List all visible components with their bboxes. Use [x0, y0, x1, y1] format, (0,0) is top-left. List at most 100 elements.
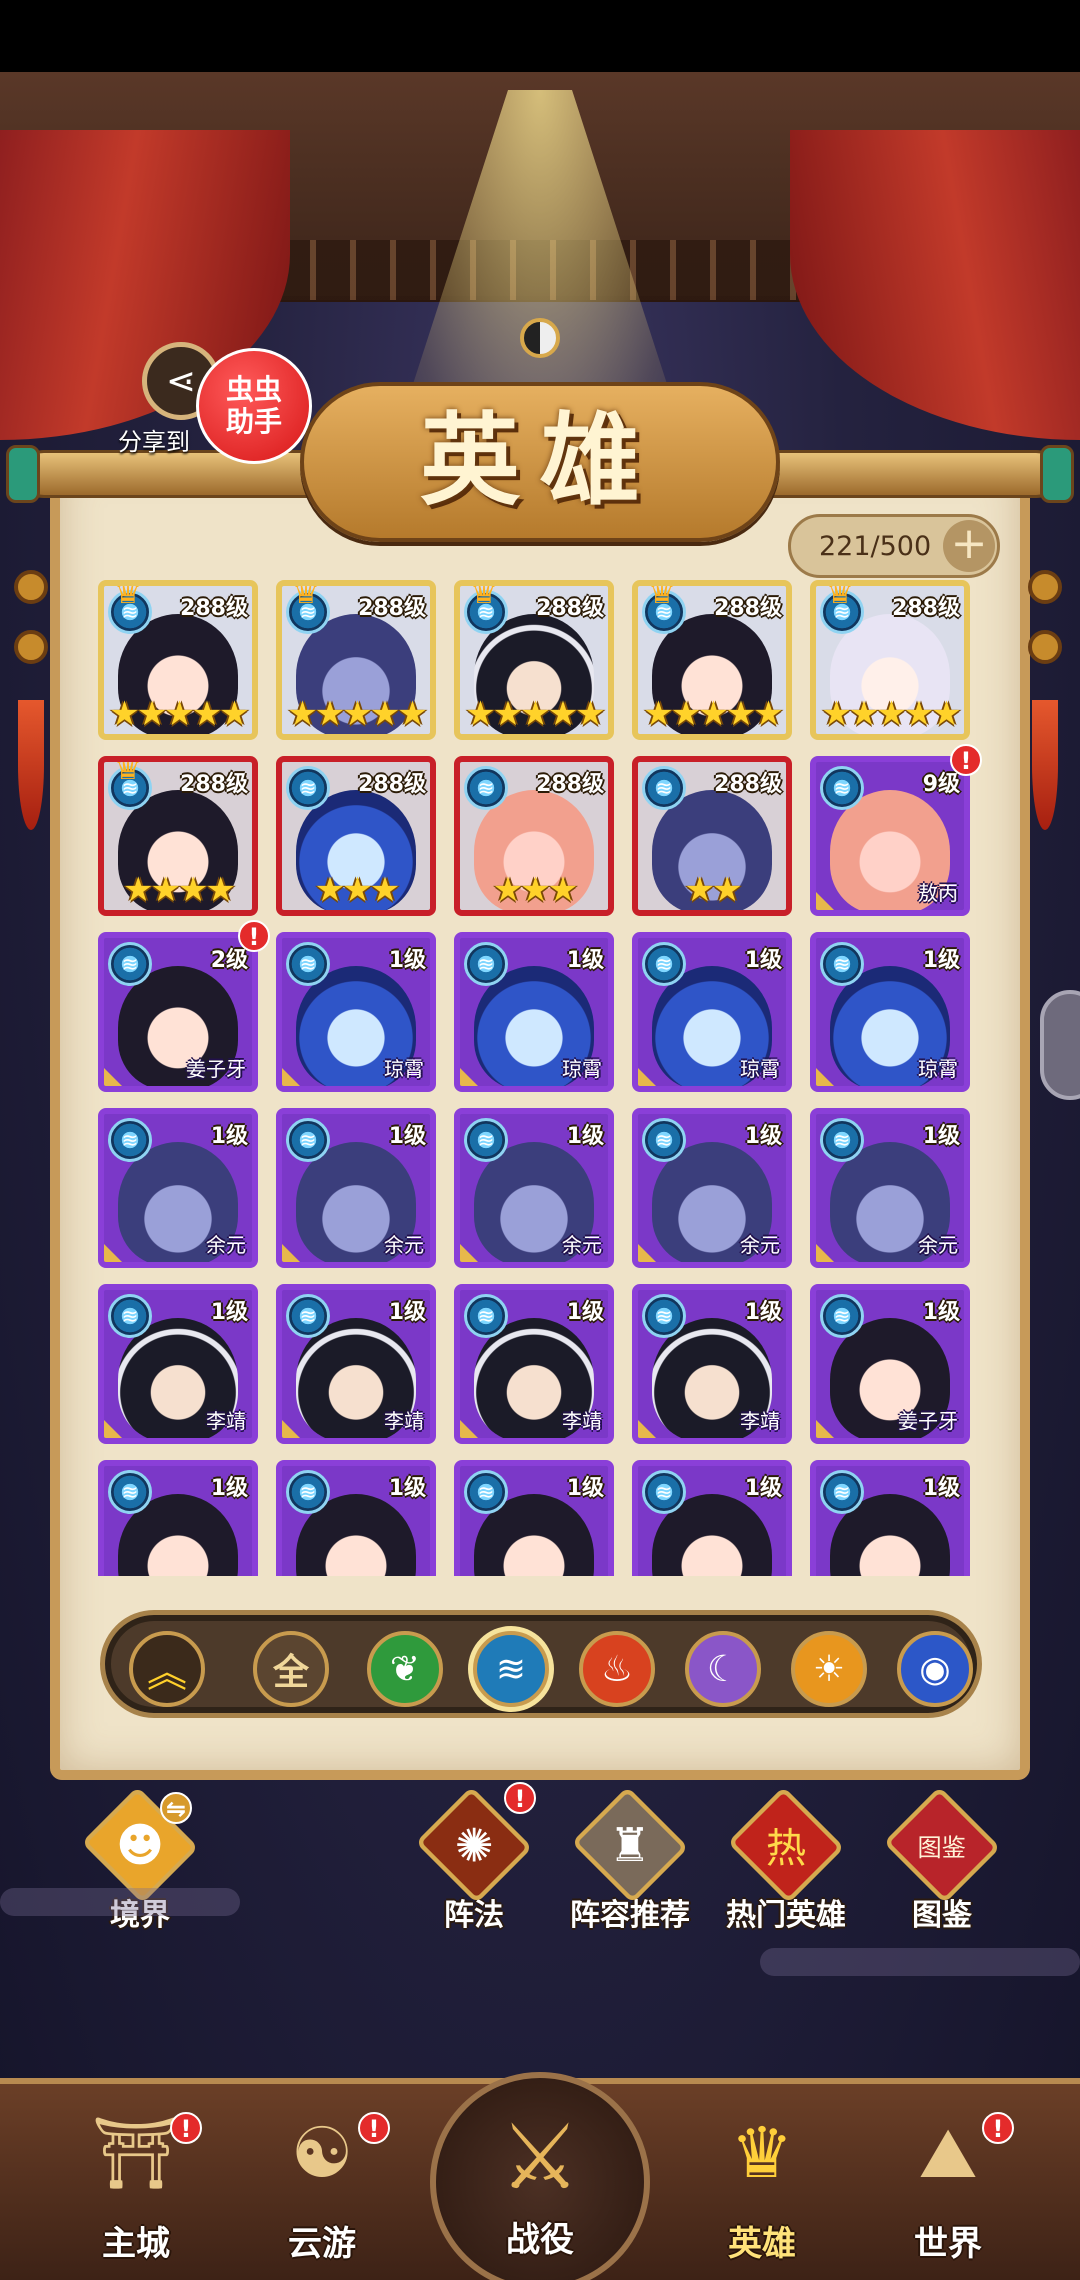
water-element-icon: ≋: [286, 942, 330, 986]
sun-element-filter-button[interactable]: ☀: [791, 1631, 867, 1707]
all-filter-button[interactable]: 全: [253, 1631, 329, 1707]
popular-badge: 热: [765, 1825, 807, 1873]
crossed-swords-icon: ⚔: [499, 2104, 581, 2210]
share-label: 分享到: [118, 428, 190, 456]
hero-level: 288级: [536, 772, 604, 797]
share-icon: ⋖: [165, 360, 197, 402]
hero-card[interactable]: ≋ 1级: [98, 1460, 258, 1576]
sort-up-filter-button[interactable]: ︽: [129, 1631, 205, 1707]
flame-crown-icon: ♛: [113, 580, 143, 611]
hero-name: 李靖: [384, 1409, 424, 1433]
hero-level: 1级: [388, 1300, 426, 1325]
frame-corner: [460, 1244, 478, 1262]
hero-card[interactable]: ≋ ♛ 288级 ★★★★★: [632, 580, 792, 740]
hero-level: 1级: [566, 1124, 604, 1149]
hero-card[interactable]: ≋ 1级: [810, 1460, 970, 1576]
wood-element-filter-button[interactable]: ❦: [367, 1631, 443, 1707]
frame-corner: [460, 1068, 478, 1086]
water-element-icon: ≋: [286, 766, 330, 810]
fire-element-filter-button[interactable]: ♨: [579, 1631, 655, 1707]
hero-level: 1级: [566, 948, 604, 973]
water-element-filter-button[interactable]: ≋: [473, 1631, 549, 1707]
tassel-left: [18, 700, 44, 830]
hero-stars: ★★★★★: [643, 694, 783, 734]
hero-card[interactable]: ≋ 1级 琼霄: [632, 932, 792, 1092]
helper-badge[interactable]: 虫虫助手: [196, 348, 312, 464]
hero-card[interactable]: ≋ 1级: [276, 1460, 436, 1576]
hero-card[interactable]: ≋ 1级 李靖: [276, 1284, 436, 1444]
hero-card[interactable]: ≋ 1级 琼霄: [810, 932, 970, 1092]
hero-card[interactable]: ≋ 1级: [454, 1460, 614, 1576]
water-element-icon: ≋: [108, 1118, 152, 1162]
coin-pendant-right: [1028, 570, 1062, 604]
frame-corner: [638, 1420, 656, 1438]
frame-corner: [816, 1068, 834, 1086]
water-element-icon: ≋: [108, 942, 152, 986]
swap-icon[interactable]: ⇋: [160, 1792, 192, 1824]
hero-level: 288级: [892, 596, 960, 621]
nav-battle[interactable]: ⚔ 战役: [430, 2072, 650, 2280]
hero-card[interactable]: ≋ 1级 李靖: [454, 1284, 614, 1444]
expand-capacity-button[interactable]: +: [943, 520, 995, 572]
codex-button[interactable]: 图鉴 图鉴: [872, 1786, 1012, 1934]
moon-element-filter-button[interactable]: ☾: [685, 1631, 761, 1707]
hero-name: 琼霄: [740, 1057, 780, 1081]
hero-card[interactable]: ≋ ♛ 288级 ★★★★★: [98, 580, 258, 740]
nav-heroes[interactable]: ♛ 英雄: [672, 2090, 852, 2280]
hero-stars: ★★★★★: [109, 694, 249, 734]
lineup-soldiers-icon: ♜: [571, 1786, 689, 1904]
hero-card[interactable]: ≋ 1级 李靖: [632, 1284, 792, 1444]
nav-main-city-label: 主城: [102, 2224, 170, 2264]
hero-card[interactable]: ≋ 1级 余元: [810, 1108, 970, 1268]
hero-level: 288级: [180, 772, 248, 797]
nav-heroes-label: 英雄: [728, 2224, 796, 2264]
sort-up-icon: ︽: [147, 1650, 187, 1696]
frame-corner: [816, 1244, 834, 1262]
hero-level: 288级: [358, 596, 426, 621]
hero-card[interactable]: ≋ 288级 ★★★: [454, 756, 614, 916]
codex-badge: 图鉴: [917, 1833, 967, 1862]
hero-card[interactable]: ≋ ♛ 288级 ★★★★★: [454, 580, 614, 740]
water-element-icon: ≋: [464, 1118, 508, 1162]
side-drawer-tab[interactable]: [1040, 990, 1080, 1100]
hero-level: 1级: [388, 948, 426, 973]
travel-alert-badge: !: [358, 2112, 390, 2144]
hero-card[interactable]: ≋ 1级 李靖: [98, 1284, 258, 1444]
hero-card[interactable]: ≋ 1级 余元: [632, 1108, 792, 1268]
hero-name: 琼霄: [918, 1057, 958, 1081]
frame-corner: [638, 1244, 656, 1262]
hero-card[interactable]: ≋ 9级 敖丙: [810, 756, 970, 916]
frame-corner: [282, 1068, 300, 1086]
water-element-icon: ≋: [642, 1470, 686, 1514]
hero-card[interactable]: ≋ 1级 余元: [98, 1108, 258, 1268]
wind-element-filter-button[interactable]: ◉: [897, 1631, 973, 1707]
popular-heroes-button[interactable]: 热 热门英雄: [716, 1786, 856, 1934]
moon-element-icon: ☾: [706, 1648, 740, 1690]
hero-level: 288级: [714, 772, 782, 797]
hero-card[interactable]: ≋ 1级 余元: [276, 1108, 436, 1268]
water-element-icon: ≋: [464, 1294, 508, 1338]
hero-card[interactable]: ≋ 1级 姜子牙: [810, 1284, 970, 1444]
hero-card[interactable]: ≋ ♛ 288级 ★★★★★: [276, 580, 436, 740]
frame-corner: [816, 892, 834, 910]
hero-level: 1级: [922, 1476, 960, 1501]
hero-card[interactable]: ≋ 2级 姜子牙: [98, 932, 258, 1092]
hero-card[interactable]: ≋ 1级 余元: [454, 1108, 614, 1268]
hero-card[interactable]: ≋ ♛ 288级 ★★★★: [98, 756, 258, 916]
hero-card[interactable]: ≋ 288级 ★★: [632, 756, 792, 916]
hero-card[interactable]: ≋ ♛ 288级 ★★★★★: [810, 580, 970, 740]
hero-stars: ★★★★: [123, 870, 236, 910]
hero-level: 288级: [180, 596, 248, 621]
coin-pendant-left: [14, 570, 48, 604]
hero-card[interactable]: ≋ 288级 ★★★: [276, 756, 436, 916]
hero-name: 余元: [384, 1233, 424, 1257]
recommended-lineup-button[interactable]: ♜ 阵容推荐: [560, 1786, 700, 1934]
frame-corner: [638, 1068, 656, 1086]
hero-card[interactable]: ≋ 1级 琼霄: [276, 932, 436, 1092]
hero-card[interactable]: ≋ 1级 琼霄: [454, 932, 614, 1092]
hero-card[interactable]: ≋ 1级: [632, 1460, 792, 1576]
water-element-icon: ≋: [642, 766, 686, 810]
cloud-decoration: [760, 1948, 1080, 1976]
hero-alert-badge: !: [238, 920, 270, 952]
hero-level: 1级: [744, 948, 782, 973]
